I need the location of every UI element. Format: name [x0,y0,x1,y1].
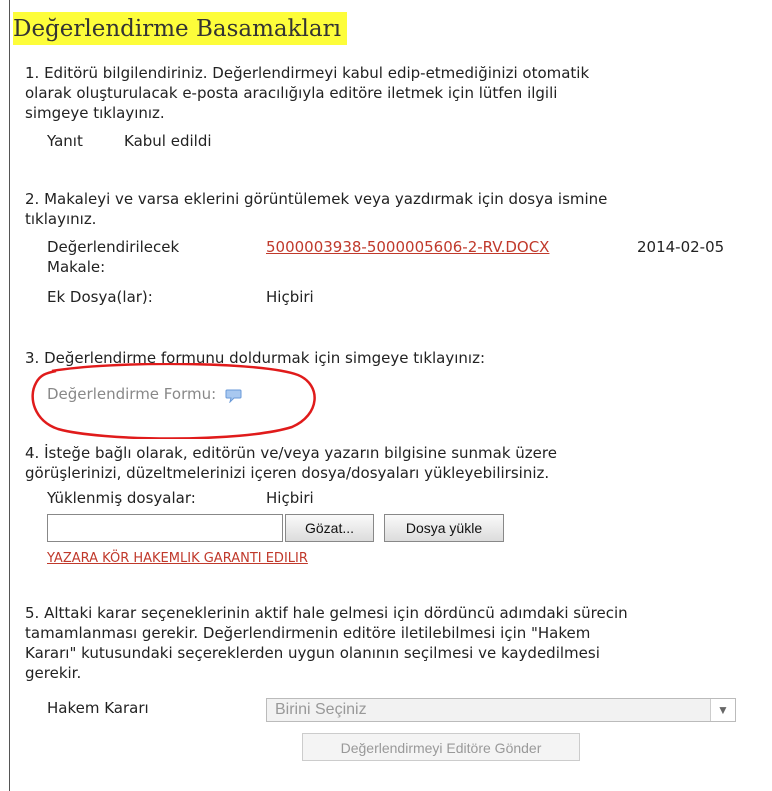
blind-review-link[interactable]: YAZARA KÖR HAKEMLIK GARANTI EDILIR [47,549,308,569]
left-border [9,0,10,791]
browse-button[interactable]: Gözat... [285,514,374,542]
upload-file-button[interactable]: Dosya yükle [384,514,504,542]
manuscript-file-link[interactable]: 5000003938-5000005606-2-RV.DOCX [266,237,549,257]
attachments-value: Hiçbiri [266,288,314,306]
file-path-input[interactable] [47,514,283,542]
step5-instructions: 5. Alttaki karar seçeneklerinin aktif ha… [25,604,628,682]
attachments-label: Ek Dosya(lar): [47,288,153,306]
response-value: Kabul edildi [124,132,212,150]
chevron-down-icon[interactable]: ▼ [710,699,735,721]
decision-selected-value: Birini Seçiniz [275,701,367,718]
step1-instructions: 1. Editörü bilgilendiriniz. Değerlendirm… [25,64,590,122]
decision-select[interactable]: Birini Seçiniz ▼ [266,698,736,722]
page-title: Değerlendirme Basamakları [13,12,347,45]
step4-instructions: 4. İsteğe bağlı olarak, editörün ve/veya… [25,444,557,482]
file-date: 2014-02-05 [637,238,725,256]
send-to-editor-button[interactable]: Değerlendirmeyi Editöre Gönder [302,733,580,761]
uploaded-files-label: Yüklenmiş dosyalar: [47,489,196,507]
file-label: Değerlendirilecek Makale: [47,238,180,276]
decision-label: Hakem Kararı [47,699,149,717]
step2-instructions: 2. Makaleyi ve varsa eklerini görüntülem… [25,190,608,228]
uploaded-files-value: Hiçbiri [266,489,314,507]
response-label: Yanıt [47,132,83,150]
annotation-red-circle [31,363,316,439]
